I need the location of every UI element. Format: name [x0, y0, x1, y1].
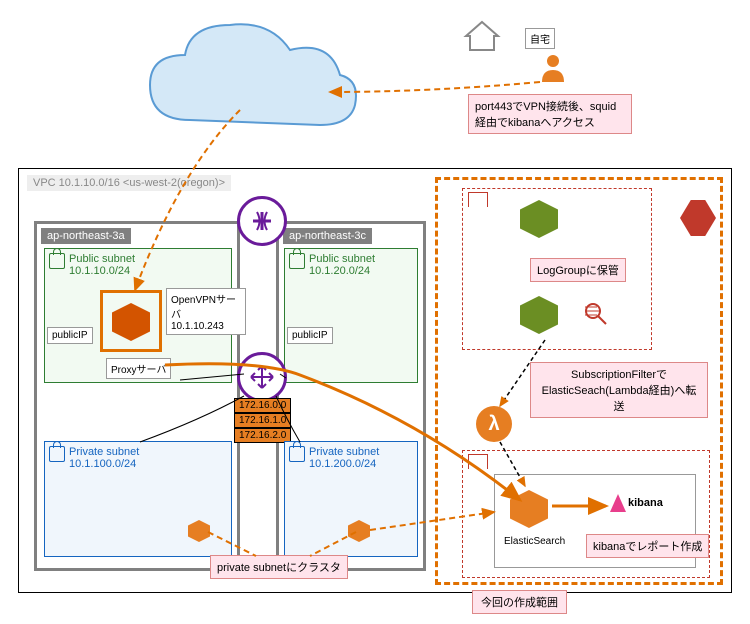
- vpc-router-icon: [237, 352, 287, 402]
- ec2-instance-icon: [188, 520, 228, 560]
- lambda-icon: λ: [476, 406, 516, 446]
- az-a-label: ap-northeast-3a: [41, 228, 131, 244]
- user-icon: [538, 52, 568, 82]
- private-cluster-label: private subnetにクラスタ: [210, 555, 348, 579]
- cloudwatch-logs-icon: [520, 200, 560, 240]
- subfilter-label: SubscriptionFilterでElasticSeach(Lambda経由…: [530, 362, 708, 418]
- public-ip-label: publicIP: [287, 327, 333, 344]
- lock-icon: [289, 253, 305, 269]
- lock-icon: [49, 253, 65, 269]
- openvpn-label: OpenVPNサーバ10.1.10.243: [166, 288, 246, 335]
- home-icon: [462, 18, 502, 57]
- container-tab-icon: [468, 454, 488, 469]
- search-icon: [582, 300, 610, 328]
- public-subnet-c: Public subnet10.1.20.0/24 publicIP: [284, 248, 418, 383]
- es-label: ElasticSearch: [500, 534, 569, 549]
- vpc-label: VPC 10.1.10.0/16 <us-west-2(oregon)>: [27, 175, 231, 191]
- proxy-label: Proxyサーバ: [106, 358, 171, 379]
- kibana-report-label: kibanaでレポート作成: [586, 534, 709, 558]
- loggroup-label: LogGroupに保管: [530, 258, 626, 282]
- ec2-icon: [112, 303, 150, 341]
- subnet-title: Public subnet: [69, 253, 135, 265]
- route-cidr: 172.16.1.0: [234, 413, 291, 428]
- lock-icon: [289, 446, 305, 462]
- container-tab-icon: [468, 192, 488, 207]
- vpn-callout: port443でVPN接続後、squid経由でkibanaへアクセス: [468, 94, 632, 134]
- subnet-cidr: 10.1.10.0/24: [69, 265, 130, 277]
- home-label: 自宅: [525, 28, 555, 49]
- az-c-label: ap-northeast-3c: [283, 228, 372, 244]
- lock-icon: [49, 446, 65, 462]
- scope-label: 今回の作成範囲: [472, 590, 567, 614]
- internet-cloud: [130, 10, 370, 150]
- public-ip-label: publicIP: [47, 327, 93, 344]
- route-cidr: 172.16.2.0: [234, 428, 291, 443]
- cloudwatch-logs-icon: [520, 296, 560, 336]
- elasticsearch-icon: [510, 490, 550, 530]
- internet-gateway-icon: [237, 196, 287, 246]
- aws-service-icon: [680, 200, 720, 240]
- ec2-instance-icon: [348, 520, 388, 560]
- route-cidr: 172.16.0.0: [234, 398, 291, 413]
- kibana-logo: kibana: [610, 494, 663, 512]
- openvpn-server: [100, 290, 162, 352]
